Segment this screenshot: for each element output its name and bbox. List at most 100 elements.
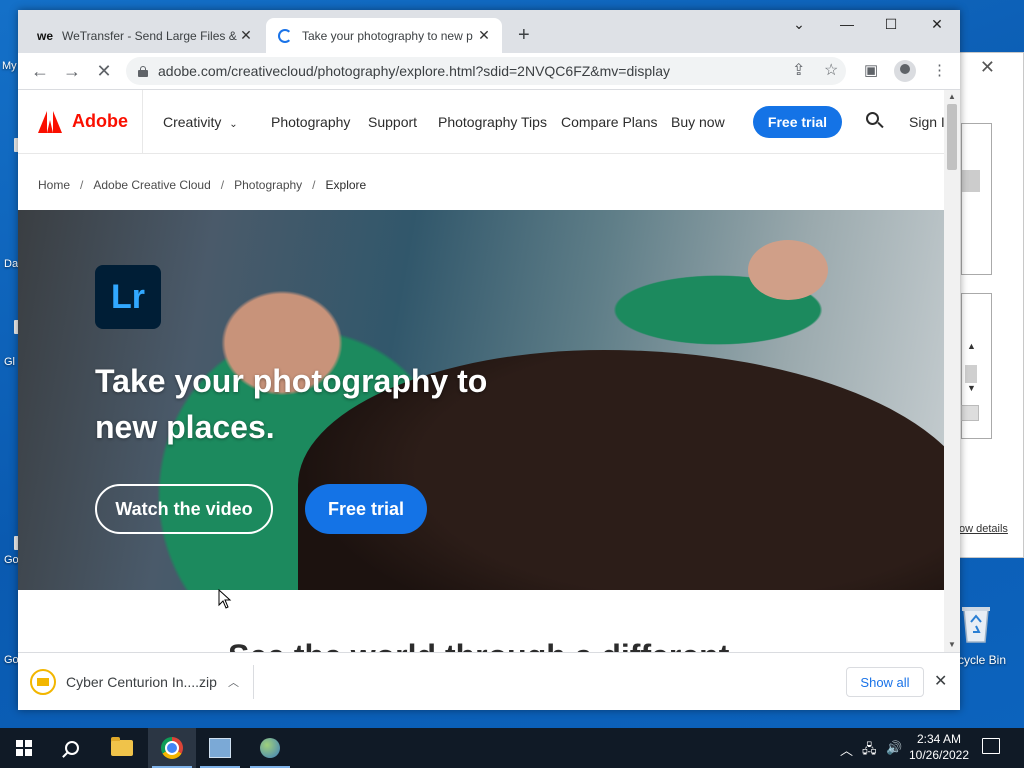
hero-headline: Take your photography to new places. — [95, 363, 488, 445]
mouse-cursor-icon — [218, 589, 232, 609]
scrollbar-thumb[interactable] — [947, 104, 957, 170]
sign-in-link[interactable]: Sign In — [909, 114, 944, 130]
section-heading: See the world through a different — [228, 638, 729, 652]
wetransfer-favicon-icon: we — [36, 28, 53, 43]
show-all-button[interactable]: Show all — [846, 667, 924, 697]
hero-free-trial-button[interactable]: Free trial — [305, 484, 427, 534]
scroll-up-icon[interactable]: ▲ — [948, 92, 956, 101]
taskbar-file-explorer[interactable] — [98, 728, 146, 768]
desktop-icon-label[interactable]: My — [2, 60, 17, 72]
side-panel-icon[interactable]: ▣ — [864, 61, 878, 79]
tab-strip: we WeTransfer - Send Large Files & ✕ Tak… — [18, 10, 960, 53]
tab-wetransfer[interactable]: we WeTransfer - Send Large Files & ✕ — [26, 18, 264, 53]
nav-support[interactable]: Support — [368, 114, 417, 130]
tab-adobe[interactable]: Take your photography to new p ✕ — [266, 18, 502, 53]
tab-close-icon[interactable]: ✕ — [476, 27, 492, 44]
loading-spinner-icon — [276, 28, 294, 44]
system-clock[interactable]: 2:34 AM 10/26/2022 — [904, 731, 974, 763]
nav-photography-tips[interactable]: Photography Tips — [438, 114, 547, 130]
nav-creativity-label: Creativity — [163, 114, 222, 130]
minimize-button[interactable]: — — [832, 16, 862, 32]
tab-title: WeTransfer - Send Large Files & — [62, 28, 237, 43]
breadcrumb-creative-cloud[interactable]: Adobe Creative Cloud — [93, 178, 210, 192]
adobe-logo[interactable]: Adobe — [18, 90, 143, 154]
menu-kebab-icon[interactable]: ⋮ — [932, 61, 947, 79]
breadcrumb: Home / Adobe Creative Cloud / Photograph… — [38, 178, 366, 192]
desktop-icon-label[interactable]: Go — [4, 554, 19, 566]
notification-center-icon[interactable] — [982, 738, 1000, 754]
watch-video-button[interactable]: Watch the video — [95, 484, 273, 534]
close-window-button[interactable]: ✕ — [922, 16, 952, 33]
breadcrumb-separator: / — [312, 178, 316, 192]
dialog-close-icon[interactable]: ✕ — [980, 57, 995, 78]
folder-icon — [111, 737, 133, 756]
app-window-icon — [209, 738, 231, 758]
share-icon[interactable]: ⇪ — [792, 60, 805, 80]
taskbar: ︿ 🖧 🔊 2:34 AM 10/26/2022 — [0, 728, 1024, 768]
adobe-logo-icon — [38, 110, 62, 133]
address-bar[interactable]: adobe.com/creativecloud/photography/expl… — [126, 57, 846, 85]
download-file-name[interactable]: Cyber Centurion In....zip — [66, 674, 228, 690]
scroll-down-icon[interactable]: ▼ — [948, 640, 956, 649]
globe-icon — [260, 738, 280, 758]
breadcrumb-separator: / — [80, 178, 84, 192]
desktop-icon-label[interactable]: Gl — [4, 356, 15, 368]
scroll-down-icon[interactable]: ▼ — [967, 383, 976, 393]
taskbar-search-button[interactable] — [48, 728, 96, 768]
clock-date: 10/26/2022 — [908, 748, 970, 762]
taskbar-chrome[interactable] — [148, 728, 196, 768]
taskbar-app-globe[interactable] — [246, 728, 294, 768]
breadcrumb-separator: / — [220, 178, 225, 192]
taskbar-app[interactable] — [196, 728, 244, 768]
search-icon[interactable] — [866, 112, 884, 130]
bookmark-star-icon[interactable]: ☆ — [824, 60, 838, 80]
recycle-bin-label[interactable]: cycle Bin — [958, 653, 1006, 667]
lock-icon[interactable] — [138, 66, 148, 77]
breadcrumb-current: Explore — [325, 178, 367, 192]
network-icon[interactable]: 🖧 — [862, 740, 877, 762]
scrollbar-thumb[interactable] — [965, 365, 977, 383]
background-dialog-window: ✕ ▲ ▼ ow details — [958, 52, 1024, 558]
chevron-up-icon[interactable]: ︿ — [228, 674, 239, 690]
profile-avatar-icon[interactable] — [894, 60, 916, 82]
browser-window: we WeTransfer - Send Large Files & ✕ Tak… — [18, 10, 960, 710]
breadcrumb-home[interactable]: Home — [38, 178, 70, 192]
dialog-field — [961, 405, 979, 421]
volume-icon[interactable]: 🔊 — [886, 740, 902, 756]
hero-banner: Lr Take your photography to new places. … — [18, 210, 944, 590]
download-item[interactable]: Cyber Centurion In....zip ︿ — [30, 665, 254, 699]
search-icon — [65, 741, 79, 755]
desktop-icon-label[interactable]: Da — [4, 258, 18, 270]
page-scrollbar[interactable]: ▲ ▼ — [944, 90, 960, 652]
download-bar: Cyber Centurion In....zip ︿ Show all ✕ — [18, 652, 960, 710]
stop-loading-icon[interactable]: ✕ — [92, 61, 116, 82]
nav-free-trial-button[interactable]: Free trial — [753, 106, 842, 138]
tab-close-icon[interactable]: ✕ — [238, 27, 254, 44]
new-tab-button[interactable]: + — [518, 24, 530, 47]
adobe-global-nav: Adobe Creativity ⌄ Photography Support P… — [18, 90, 944, 154]
address-bar-url[interactable]: adobe.com/creativecloud/photography/expl… — [158, 63, 670, 79]
page-viewport: Adobe Creativity ⌄ Photography Support P… — [18, 90, 944, 652]
show-details-link[interactable]: ow details — [959, 523, 1008, 535]
nav-photography[interactable]: Photography — [271, 114, 350, 130]
tab-search-dropdown-icon[interactable]: ⌄ — [784, 16, 814, 33]
breadcrumb-photography[interactable]: Photography — [234, 178, 302, 192]
back-arrow-icon[interactable]: ← — [28, 61, 52, 82]
clock-time: 2:34 AM — [916, 732, 962, 746]
tab-title: Take your photography to new p — [302, 28, 473, 43]
recycle-bin-icon[interactable] — [956, 602, 996, 644]
nav-creativity-dropdown[interactable]: Creativity ⌄ — [163, 114, 238, 130]
nav-buy-now[interactable]: Buy now — [671, 114, 725, 130]
start-button[interactable] — [0, 728, 48, 768]
nav-compare-plans[interactable]: Compare Plans — [561, 114, 658, 130]
lightroom-logo-icon: Lr — [95, 265, 161, 329]
close-download-bar-icon[interactable]: ✕ — [934, 671, 947, 691]
maximize-button[interactable]: ☐ — [876, 16, 906, 33]
forward-arrow-icon[interactable]: → — [60, 61, 84, 82]
hero-photo-hand — [748, 240, 828, 300]
show-hidden-icons-chevron-icon[interactable]: ︿ — [840, 740, 853, 759]
zip-file-icon — [30, 669, 56, 695]
desktop-icon-label[interactable]: Go — [4, 654, 19, 666]
adobe-wordmark: Adobe — [72, 111, 128, 131]
scroll-up-icon[interactable]: ▲ — [967, 341, 976, 351]
